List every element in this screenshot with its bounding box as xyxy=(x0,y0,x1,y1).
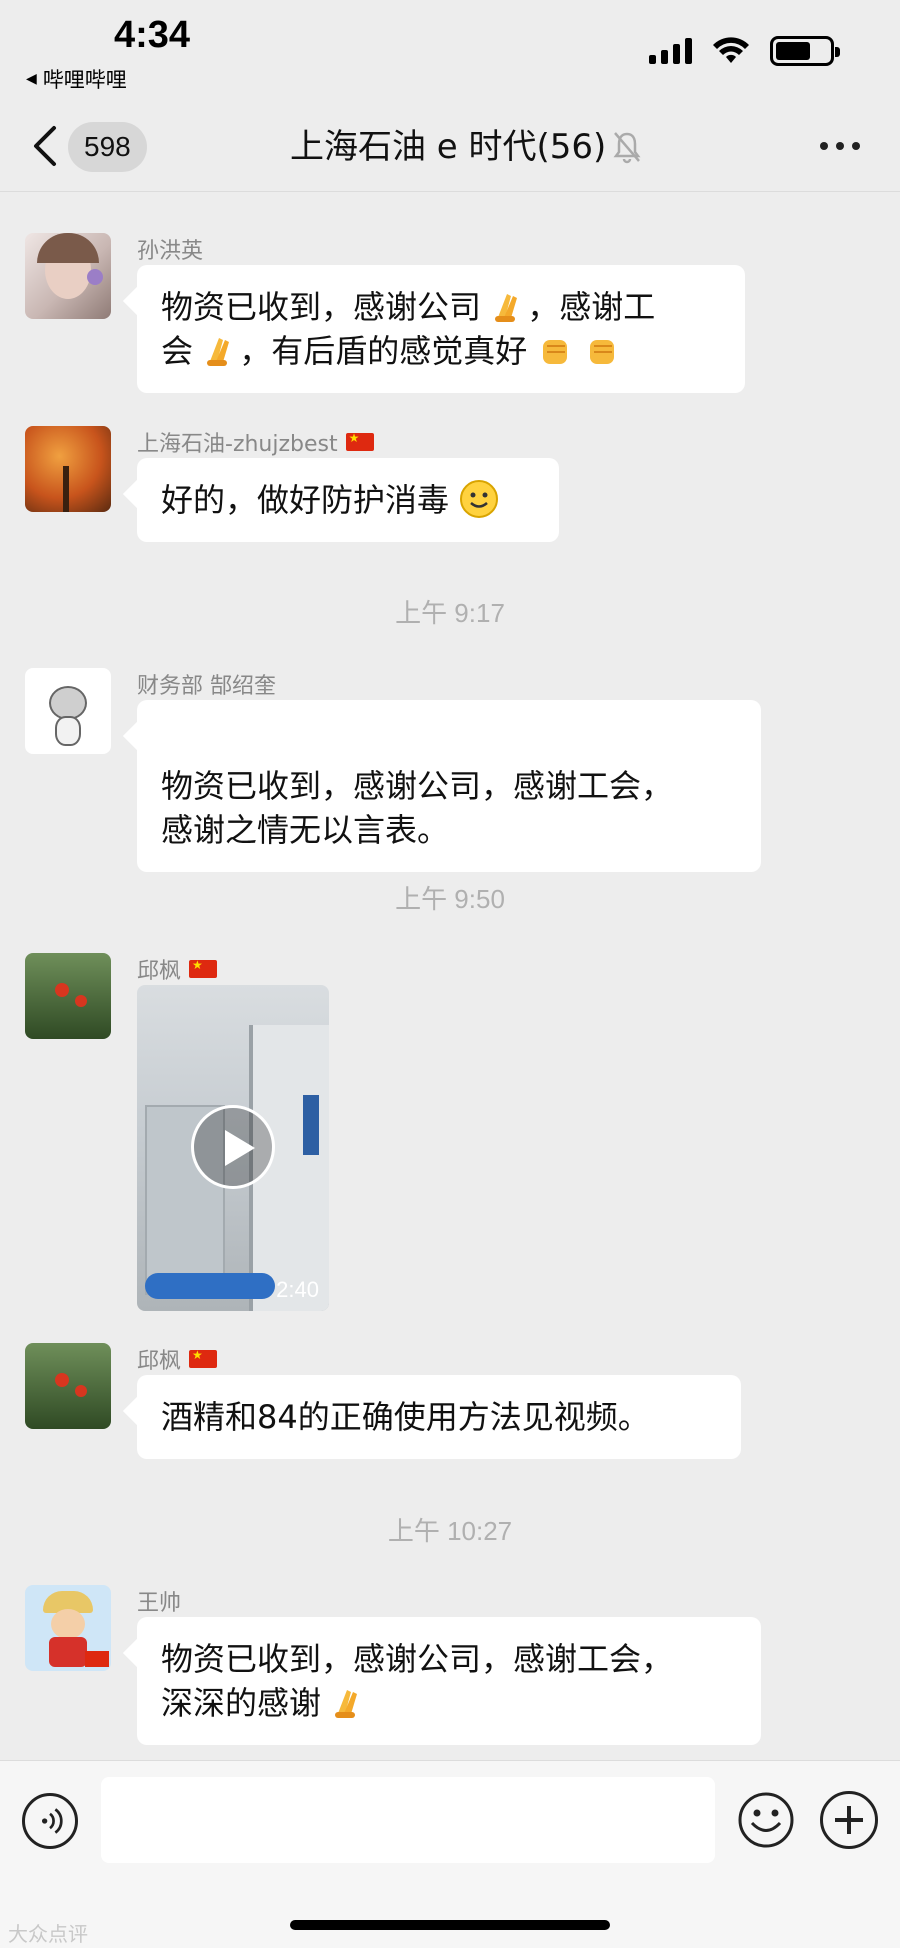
sender-name: 王帅 xyxy=(137,1591,182,1616)
chat-title: 上海石油 e 时代(56) xyxy=(290,127,607,167)
video-caption-banner xyxy=(145,1273,275,1299)
message-text: 物资已收到，感谢公司 xyxy=(161,288,482,326)
message-bubble[interactable]: 物资已收到，感谢公司，感谢工会， 深深的感谢 xyxy=(137,1617,761,1745)
status-time: 4:34 xyxy=(114,14,191,56)
back-to-app-link[interactable]: ◀ 哔哩哔哩 xyxy=(26,64,127,94)
message-bubble[interactable]: 好的，做好防护消毒 xyxy=(137,458,559,542)
avatar[interactable] xyxy=(25,953,111,1039)
emoji-picker-icon[interactable] xyxy=(737,1791,795,1849)
more-options-icon[interactable] xyxy=(820,142,860,150)
chat-nav-bar: 598 上海石油 e 时代(56) xyxy=(0,100,900,192)
avatar[interactable] xyxy=(25,668,111,754)
message-bubble[interactable]: 物资已收到，感谢公司 ，感谢工 会 ，有后盾的感觉真好 xyxy=(137,265,745,393)
timestamp-divider: 上午 9:17 xyxy=(395,598,505,628)
message-text: 会 xyxy=(161,332,194,370)
timestamp-divider: 上午 10:27 xyxy=(387,1516,513,1546)
back-chevron-icon[interactable] xyxy=(26,122,66,170)
message-text: 好的，做好防护消毒 xyxy=(161,481,450,519)
message-text: 酒精和84的正确使用方法见视频。 xyxy=(161,1398,650,1436)
home-indicator[interactable] xyxy=(290,1920,610,1930)
status-icons xyxy=(649,36,840,66)
china-flag-icon xyxy=(189,958,218,978)
avatar[interactable] xyxy=(25,233,111,319)
wifi-icon xyxy=(713,37,749,63)
cellular-signal-icon xyxy=(649,38,692,64)
avatar[interactable] xyxy=(25,1585,111,1671)
avatar[interactable] xyxy=(25,1343,111,1429)
more-actions-plus-icon[interactable] xyxy=(820,1791,878,1849)
sender-name-text: 邱枫 xyxy=(137,1349,182,1374)
voice-input-icon[interactable] xyxy=(22,1793,78,1849)
battery-icon xyxy=(770,36,840,66)
video-duration: 2:40 xyxy=(276,1277,319,1302)
sender-name: 邱枫 xyxy=(137,1343,218,1375)
message-text: 物资已收到，感谢公司，感谢工会， xyxy=(161,1640,674,1678)
folded-hands-emoji-icon xyxy=(335,1690,358,1718)
folded-hands-emoji-icon xyxy=(207,338,230,366)
china-flag-icon xyxy=(345,431,374,451)
sender-name: 邱枫 xyxy=(137,953,218,985)
sender-name: 孙洪英 xyxy=(137,239,204,264)
message-input[interactable] xyxy=(101,1777,715,1863)
video-message[interactable]: 2:40 xyxy=(137,985,329,1311)
unread-count-badge[interactable]: 598 xyxy=(68,122,147,172)
message-bubble[interactable]: 酒精和84的正确使用方法见视频。 xyxy=(137,1375,741,1459)
watermark: 大众点评 xyxy=(8,1922,88,1946)
mute-bell-icon xyxy=(613,132,641,164)
message-text: ，感谢工 xyxy=(527,288,656,326)
status-bar: 4:34 ◀ 哔哩哔哩 xyxy=(0,0,900,100)
timestamp-divider: 上午 9:50 xyxy=(395,884,505,914)
message-text: 深深的感谢 xyxy=(161,1684,322,1722)
raised-fist-emoji-icon xyxy=(543,340,568,364)
chat-message-list[interactable]: 孙洪英 物资已收到，感谢公司 ，感谢工 会 ，有后盾的感觉真好 上海石油-zhu… xyxy=(0,193,900,1760)
avatar[interactable] xyxy=(25,426,111,512)
sender-name-text: 邱枫 xyxy=(137,959,182,984)
back-app-label: 哔哩哔哩 xyxy=(42,68,127,92)
sender-name: 上海石油-zhujzbest xyxy=(137,426,374,458)
play-video-button[interactable] xyxy=(191,1105,275,1189)
back-triangle-icon: ◀ xyxy=(26,71,37,87)
message-text: 物资已收到，感谢公司，感谢工会， 感谢之情无以言表。 xyxy=(161,767,674,849)
smile-emoji-icon xyxy=(460,480,499,518)
message-bubble[interactable]: 物资已收到，感谢公司，感谢工会， 感谢之情无以言表。 xyxy=(137,700,761,872)
folded-hands-emoji-icon xyxy=(495,294,518,322)
message-text: ，有后盾的感觉真好 xyxy=(239,332,528,370)
china-flag-icon xyxy=(189,1348,218,1368)
sender-name: 财务部 郜绍奎 xyxy=(137,674,276,699)
raised-fist-emoji-icon xyxy=(589,340,614,364)
sender-name-text: 上海石油-zhujzbest xyxy=(137,432,338,457)
